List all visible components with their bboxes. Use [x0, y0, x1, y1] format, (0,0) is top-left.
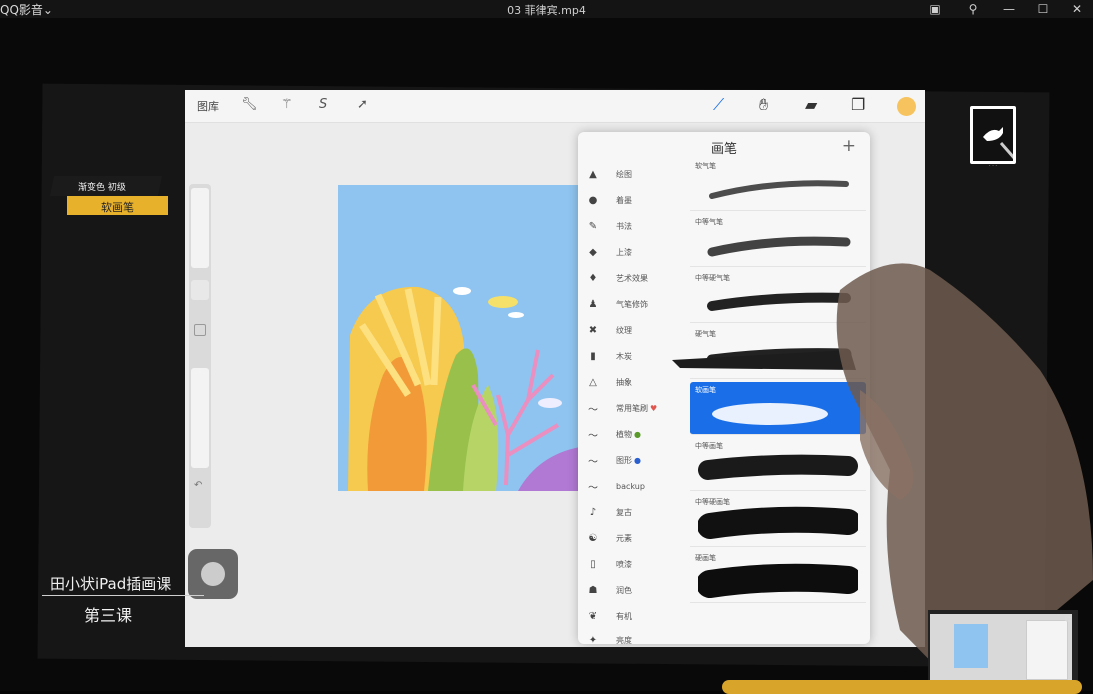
pin-icon[interactable]: ⚲: [962, 0, 984, 18]
mini-panel: [1026, 620, 1068, 680]
topic-badge: 软画笔: [101, 201, 134, 214]
eyedropper-square[interactable]: [194, 324, 206, 336]
side-toolbar: ↶: [189, 184, 211, 528]
organic-icon: ❦: [588, 610, 598, 622]
channel-logo: [970, 106, 1017, 164]
level-badge: 渐变色 初级: [78, 183, 126, 193]
selection-icon[interactable]: S: [319, 97, 327, 112]
brush-stroke-icon: 〜: [588, 404, 598, 416]
subtitle-bar: [722, 680, 1082, 694]
elements-icon: ☯: [588, 532, 598, 544]
lesson-label: 第三课: [84, 606, 133, 625]
assistive-touch-button[interactable]: [188, 549, 238, 599]
smudge-icon[interactable]: ✋︎: [759, 95, 768, 115]
color-swatch[interactable]: [897, 97, 916, 116]
course-title: 田小状iPad插画课: [50, 575, 172, 593]
brush-icon[interactable]: ⟋: [713, 95, 724, 115]
close-icon[interactable]: ✕: [1066, 0, 1088, 18]
brush-size-slider[interactable]: [191, 188, 209, 268]
brush-stroke-icon: 〜: [588, 430, 598, 442]
abstract-icon: △: [589, 376, 597, 388]
bird-icon: [983, 127, 1017, 160]
opacity-slider[interactable]: [191, 368, 209, 468]
mini-preview-frame: [930, 614, 1072, 682]
transform-icon[interactable]: ➚: [357, 97, 368, 112]
brush-stroke-preview: [709, 180, 849, 199]
charcoal-icon: ▮: [590, 350, 596, 362]
category-item[interactable]: ▲ 绘图: [586, 162, 686, 186]
mini-canvas: [954, 624, 988, 668]
divider: [42, 595, 204, 596]
procreate-toolbar: 图库 🔧︎ ⚚ S ➚ ⟋ ✋︎ ▰ ❐: [185, 90, 925, 123]
maximize-icon[interactable]: ☐: [1032, 0, 1054, 18]
category-item[interactable]: ● 着墨: [586, 188, 686, 212]
slider-thumb[interactable]: [191, 280, 209, 300]
pip-expand-icon[interactable]: ⧉: [1065, 615, 1071, 625]
artwork-illustration: [348, 286, 580, 491]
artwork-canvas[interactable]: [338, 185, 580, 491]
touchup-icon: ☗: [588, 584, 598, 596]
category-item[interactable]: ✎ 书法: [586, 214, 686, 238]
luminance-icon: ✦: [588, 634, 598, 646]
paint-icon: ◆: [589, 246, 597, 258]
eraser-icon[interactable]: ▰: [805, 95, 817, 114]
title-bar: QQ影音⌄ 03 菲律宾.mp4 ▣ ⚲ — ☐ ✕: [0, 0, 1093, 18]
panel-title: 画笔: [710, 142, 737, 157]
brush-stroke-icon: 〜: [588, 482, 598, 494]
texture-icon: ✖: [588, 324, 598, 336]
ink-drop-icon: ●: [588, 194, 598, 206]
minimize-icon[interactable]: —: [998, 0, 1020, 18]
artistic-icon: ♦: [588, 272, 598, 284]
add-brush-button[interactable]: +: [842, 136, 856, 156]
assistive-touch-dot: [201, 562, 225, 586]
brush-stroke-icon: 〜: [588, 456, 598, 468]
pip-icon[interactable]: ▣: [924, 0, 946, 18]
wrench-icon[interactable]: 🔧︎: [241, 97, 258, 112]
calligraphy-icon: ✎: [588, 220, 598, 232]
heart-icon: ♥: [650, 403, 658, 413]
layers-icon[interactable]: ❐: [851, 95, 865, 114]
spray-icon: ▯: [590, 558, 596, 570]
gallery-button[interactable]: 图库: [197, 98, 219, 114]
undo-icon[interactable]: ↶: [194, 480, 202, 491]
airbrush-icon: ♟: [588, 298, 598, 310]
logo-caption: · · ·: [989, 163, 997, 169]
retro-icon: ♪: [589, 506, 597, 518]
magic-wand-icon[interactable]: ⚚: [281, 97, 293, 112]
blue-ball-icon: ●: [634, 455, 641, 465]
green-ball-icon: ●: [634, 429, 641, 439]
brush-item[interactable]: 软气笔: [690, 158, 866, 211]
pencil-icon: ▲: [589, 168, 597, 180]
